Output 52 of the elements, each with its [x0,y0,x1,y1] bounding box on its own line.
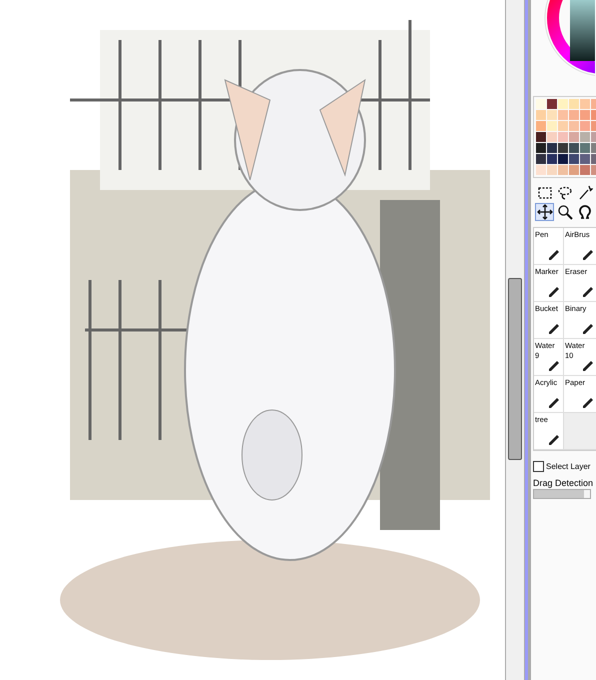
brush-icon [548,286,560,298]
color-swatch[interactable] [580,121,590,131]
color-swatch[interactable] [536,99,546,109]
color-swatch[interactable] [569,165,579,175]
color-swatch[interactable] [580,165,590,175]
color-swatch[interactable] [558,99,568,109]
color-swatch[interactable] [558,154,568,164]
color-swatch[interactable] [558,143,568,153]
color-swatch[interactable] [547,165,557,175]
color-swatch[interactable] [547,99,557,109]
color-swatch[interactable] [558,121,568,131]
color-swatch[interactable] [547,110,557,120]
color-swatch[interactable] [569,132,579,142]
color-swatch[interactable] [569,110,579,120]
color-swatch[interactable] [558,132,568,142]
color-swatch[interactable] [569,143,579,153]
color-swatch[interactable] [558,165,568,175]
color-swatch[interactable] [547,132,557,142]
color-swatch[interactable] [580,154,590,164]
brush-icon [582,249,594,261]
select-layer-label: Select Layer [546,462,590,471]
color-swatch[interactable] [536,132,546,142]
color-swatch[interactable] [536,165,546,175]
brush-icon [548,360,560,372]
move-icon[interactable] [535,203,554,221]
color-swatch[interactable] [569,154,579,164]
color-swatch[interactable] [536,154,546,164]
brush-icon [548,397,560,409]
select-layer-checkbox[interactable] [533,461,544,472]
drag-detection-slider[interactable] [533,489,591,499]
color-swatch[interactable] [547,154,557,164]
brush-icon [582,397,594,409]
color-swatch[interactable] [569,99,579,109]
brush-icon [548,323,560,335]
color-swatch[interactable] [547,143,557,153]
color-swatch[interactable] [580,143,590,153]
brush-icon [582,323,594,335]
drag-detection-label: Drag Detection [533,478,594,488]
color-swatch[interactable] [536,143,546,153]
scrollbar-thumb[interactable] [508,278,522,460]
color-swatch[interactable] [580,99,590,109]
brush-icon [582,286,594,298]
color-swatch[interactable] [547,121,557,131]
color-swatch[interactable] [536,121,546,131]
color-swatch[interactable] [558,110,568,120]
color-swatch[interactable] [580,110,590,120]
brush-icon [548,434,560,446]
color-swatch[interactable] [580,132,590,142]
color-swatch[interactable] [536,110,546,120]
brush-icon [582,360,594,372]
color-swatch[interactable] [569,121,579,131]
brush-icon [548,249,560,261]
